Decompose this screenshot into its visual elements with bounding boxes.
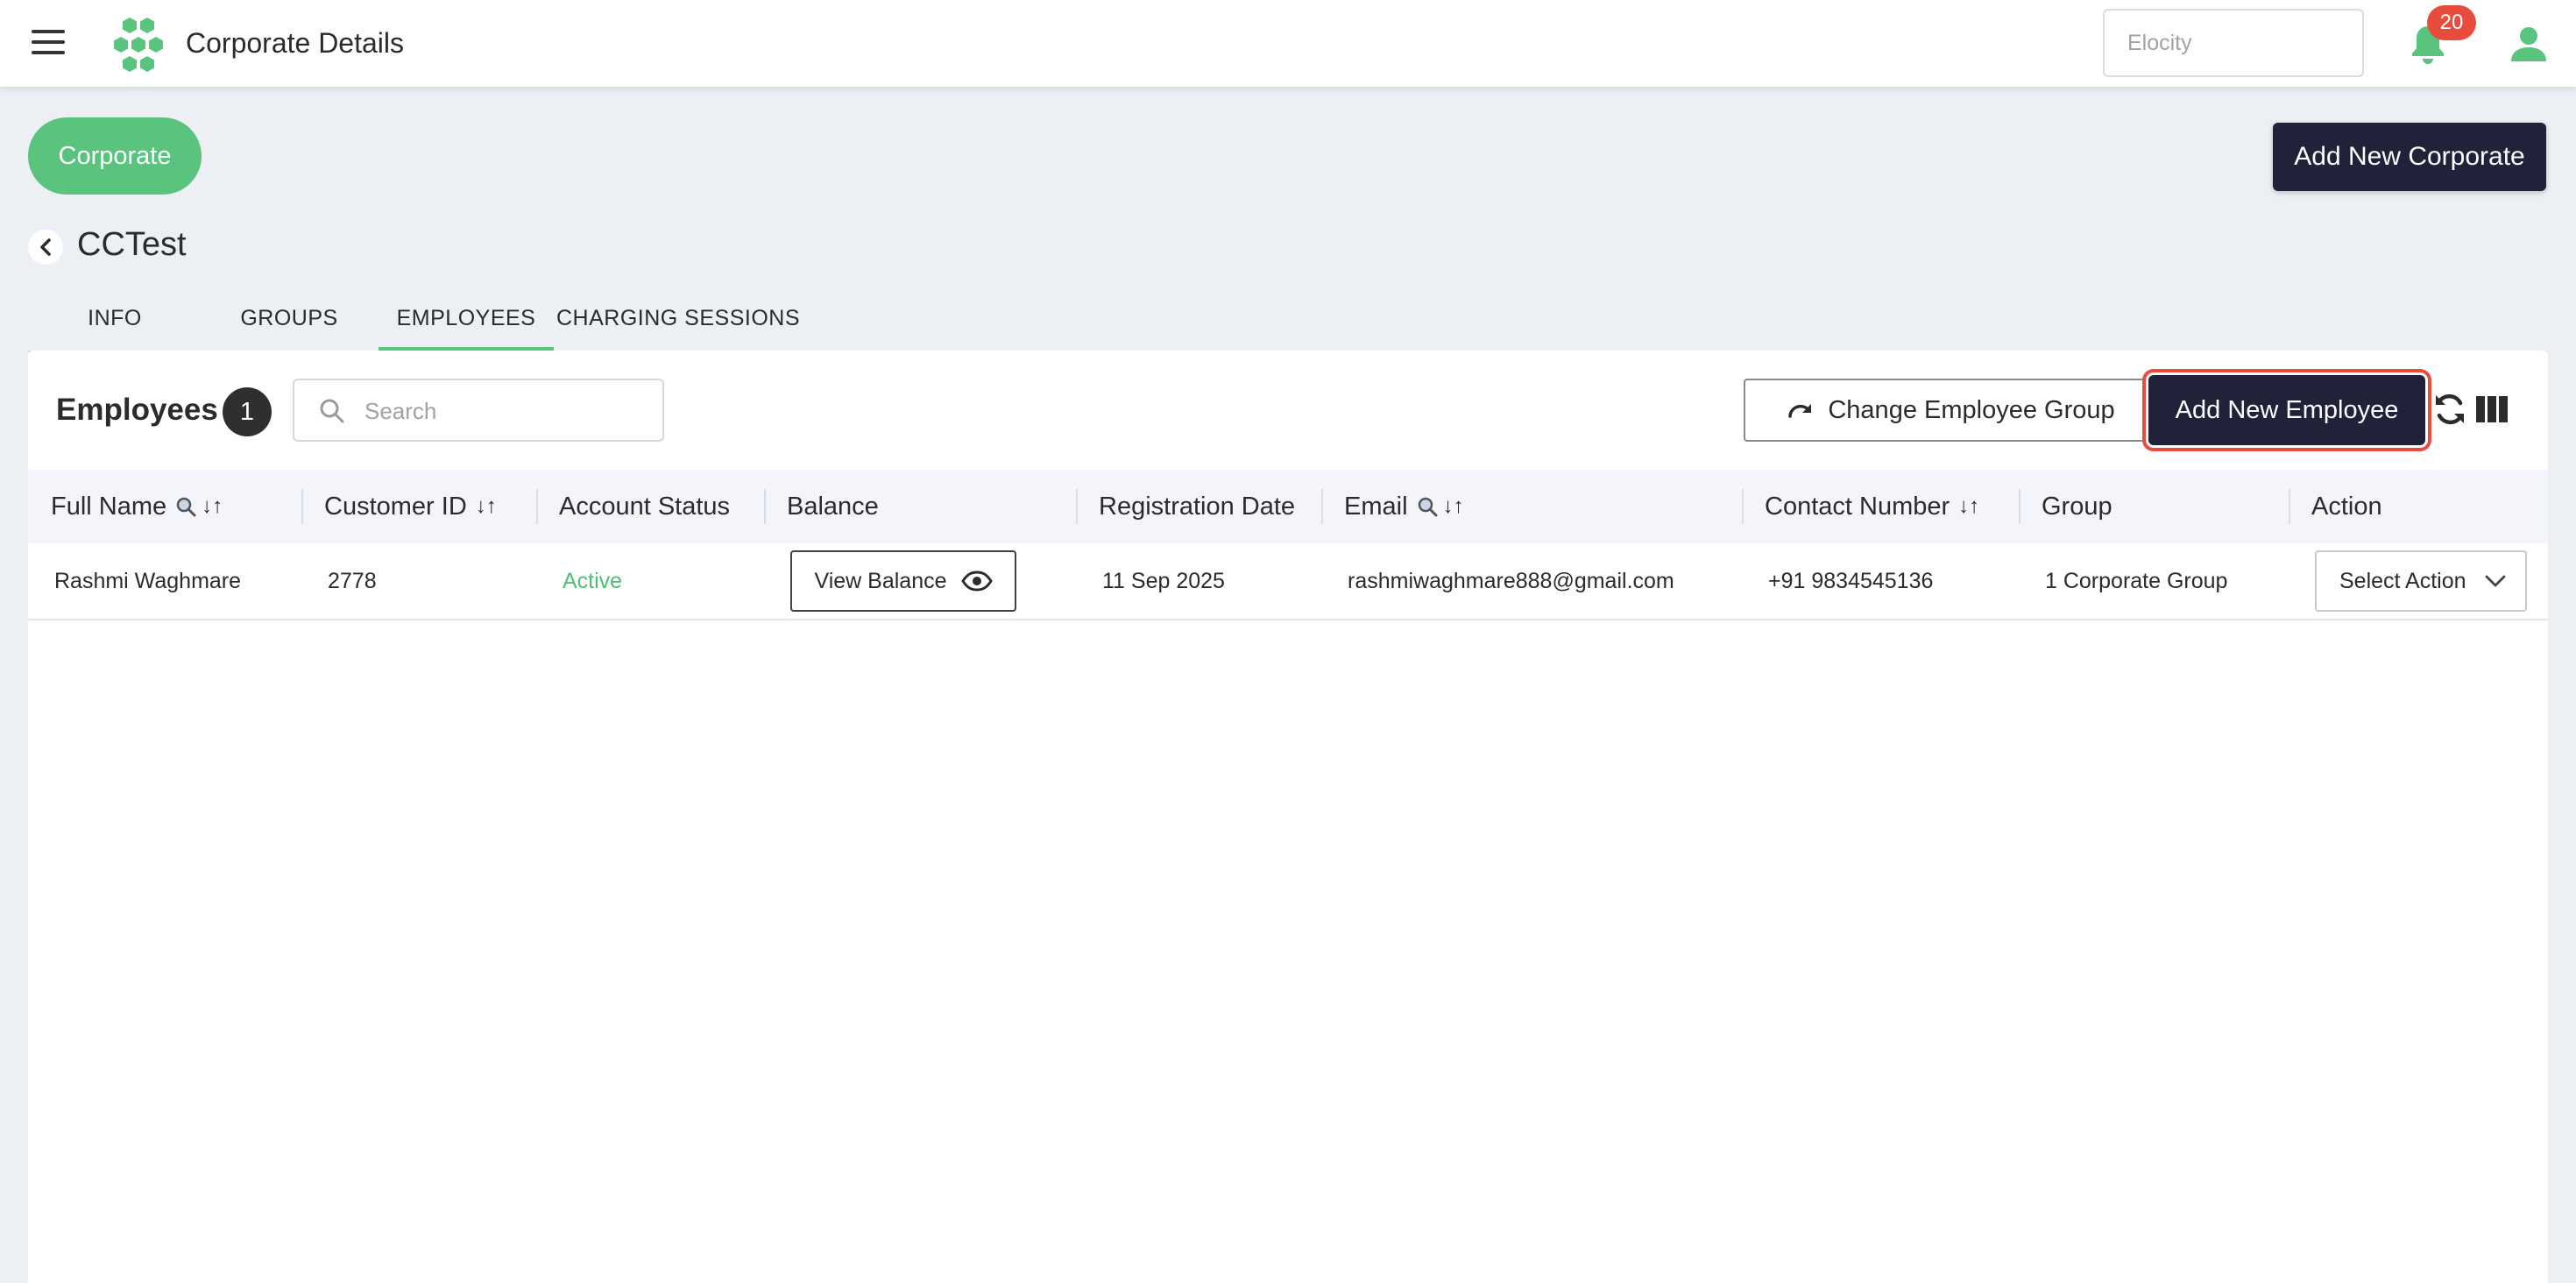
magnifier-icon[interactable] <box>175 496 196 517</box>
employee-search <box>293 379 664 442</box>
cell-email: rashmiwaghmare888@gmail.com <box>1348 568 1674 593</box>
change-employee-group-button[interactable]: Change Employee Group <box>1744 379 2157 442</box>
column-header-email[interactable]: Email ↓↑ <box>1344 470 1464 543</box>
cell-customer-id: 2778 <box>328 568 377 593</box>
select-action-dropdown[interactable]: Select Action <box>2315 550 2527 612</box>
chevron-down-icon <box>2485 575 2506 587</box>
table-header: Full Name ↓↑ Customer ID ↓↑ Account Stat… <box>28 470 2548 543</box>
chevron-left-icon <box>40 238 51 256</box>
select-action-label: Select Action <box>2339 568 2466 593</box>
hexagon-logo-icon <box>114 18 163 72</box>
eye-icon <box>960 571 993 592</box>
change-employee-group-label: Change Employee Group <box>1828 395 2115 424</box>
cell-group: 1 Corporate Group <box>2045 568 2228 593</box>
corporate-tabs: INFO GROUPS EMPLOYEES CHARGING SESSIONS <box>28 286 803 352</box>
tab-info[interactable]: INFO <box>28 286 202 351</box>
employee-count-badge: 1 <box>223 387 272 436</box>
sort-icon[interactable]: ↓↑ <box>1443 494 1464 519</box>
notification-count-badge: 20 <box>2427 5 2476 40</box>
column-header-registration-date: Registration Date <box>1099 492 1296 521</box>
column-header-contact-number[interactable]: Contact Number ↓↑ <box>1765 470 1979 543</box>
sort-icon[interactable]: ↓↑ <box>202 494 223 519</box>
global-search-input[interactable] <box>2103 9 2364 77</box>
column-header-group: Group <box>2042 492 2112 521</box>
add-new-corporate-button[interactable]: Add New Corporate <box>2273 123 2546 191</box>
magnifier-icon[interactable] <box>1417 496 1438 517</box>
add-new-employee-button[interactable]: Add New Employee <box>2148 375 2425 445</box>
corporate-name-heading: CCTest <box>77 226 187 263</box>
column-header-full-name[interactable]: Full Name ↓↑ <box>51 470 223 543</box>
page-title: Corporate Details <box>186 27 404 59</box>
cell-registration-date: 11 Sep 2025 <box>1102 568 1225 593</box>
columns-toggle-icon[interactable] <box>2476 396 2508 422</box>
tab-groups[interactable]: GROUPS <box>202 286 377 351</box>
cell-contact-number: +91 9834545136 <box>1768 568 1934 593</box>
employees-panel: Employees 1 Change Employee Group Add Ne… <box>28 351 2548 1283</box>
employee-search-input[interactable] <box>363 380 655 442</box>
column-header-action: Action <box>2311 492 2382 521</box>
corporate-nav-pill[interactable]: Corporate <box>28 117 202 195</box>
tab-charging-sessions[interactable]: CHARGING SESSIONS <box>554 286 803 351</box>
back-button[interactable] <box>28 230 63 265</box>
column-header-account-status: Account Status <box>559 492 731 521</box>
search-icon <box>320 399 344 423</box>
view-balance-label: View Balance <box>814 568 947 593</box>
redo-arrow-icon <box>1788 404 1812 418</box>
tab-employees[interactable]: EMPLOYEES <box>379 286 554 352</box>
cell-full-name: Rashmi Waghmare <box>54 568 242 593</box>
view-balance-button[interactable]: View Balance <box>790 550 1016 612</box>
menu-icon[interactable] <box>32 30 65 58</box>
column-header-balance: Balance <box>787 492 879 521</box>
sort-icon[interactable]: ↓↑ <box>476 494 497 519</box>
cell-account-status: Active <box>563 568 623 593</box>
refresh-icon[interactable] <box>2432 391 2467 428</box>
top-app-bar: Corporate Details 20 <box>0 0 2576 87</box>
user-profile-icon[interactable] <box>2509 25 2548 63</box>
column-header-customer-id[interactable]: Customer ID ↓↑ <box>324 470 497 543</box>
employees-heading: Employees <box>56 393 218 427</box>
sort-icon[interactable]: ↓↑ <box>1958 494 1979 519</box>
table-row: Rashmi Waghmare 2778 Active View Balance… <box>28 543 2548 620</box>
